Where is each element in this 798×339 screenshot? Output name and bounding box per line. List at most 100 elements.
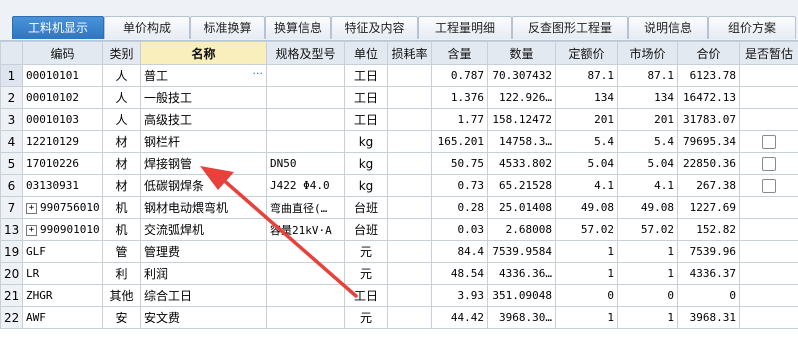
type-cell[interactable]: 人: [102, 108, 141, 131]
row-number[interactable]: 1: [0, 64, 23, 87]
tentative-checkbox[interactable]: [762, 134, 776, 149]
spec-cell[interactable]: [266, 284, 345, 307]
total-cell[interactable]: 22850.36: [677, 152, 740, 175]
type-cell[interactable]: 材: [102, 130, 141, 153]
unit-cell[interactable]: 元: [344, 240, 388, 263]
unit-cell[interactable]: 工日: [344, 108, 388, 131]
qty-cell[interactable]: 165.201: [431, 130, 488, 153]
spec-cell[interactable]: DN50: [266, 152, 345, 175]
loss-cell[interactable]: [387, 130, 432, 153]
row-number[interactable]: 5: [0, 152, 23, 175]
code-cell[interactable]: +990901010: [22, 218, 103, 241]
amount-cell[interactable]: 4336.36…: [487, 262, 556, 285]
code-cell[interactable]: +990756010: [22, 196, 103, 219]
table-row[interactable]: 7 +990756010 机钢材电动煨弯机 弯曲直径(… 台班 0.28 25.01408 4…: [0, 196, 798, 219]
spec-cell[interactable]: J422 Φ4.0: [266, 174, 345, 197]
tentative-cell[interactable]: [739, 240, 798, 263]
total-cell[interactable]: 4336.37: [677, 262, 740, 285]
tab-5[interactable]: 特征及内容: [331, 16, 418, 39]
type-cell[interactable]: 安: [102, 306, 141, 329]
total-cell[interactable]: 31783.07: [677, 108, 740, 131]
spec-cell[interactable]: [266, 64, 345, 87]
table-row[interactable]: 6 03130931 材低碳钢焊条 J422 Φ4.0 kg 0.73 65.21528 4.…: [0, 174, 798, 197]
qty-cell[interactable]: 0.28: [431, 196, 488, 219]
name-cell[interactable]: 钢栏杆: [140, 130, 267, 153]
amount-cell[interactable]: 2.68008: [487, 218, 556, 241]
market-price-cell[interactable]: 49.08: [617, 196, 678, 219]
table-row[interactable]: 21 ZHGR 其他 综合工日 工日 3.93 351.09048 0 0 0: [0, 284, 798, 307]
tentative-checkbox[interactable]: [762, 156, 776, 171]
total-cell[interactable]: 152.82: [677, 218, 740, 241]
row-number[interactable]: 7: [0, 196, 23, 219]
name-cell[interactable]: 低碳钢焊条: [140, 174, 267, 197]
tentative-cell[interactable]: [739, 130, 798, 153]
market-price-cell[interactable]: 1: [617, 306, 678, 329]
tentative-cell[interactable]: [739, 196, 798, 219]
table-row[interactable]: 2 00010102 人一般技工 工日 1.376 122.926… 134 134 16472…: [0, 86, 798, 109]
unit-cell[interactable]: kg: [344, 152, 388, 175]
tentative-cell[interactable]: [739, 152, 798, 175]
loss-cell[interactable]: [387, 86, 432, 109]
type-cell[interactable]: 材: [102, 152, 141, 175]
qty-cell[interactable]: 0.03: [431, 218, 488, 241]
tentative-cell[interactable]: [739, 108, 798, 131]
qty-cell[interactable]: 1.77: [431, 108, 488, 131]
loss-cell[interactable]: [387, 284, 432, 307]
qty-cell[interactable]: 3.93: [431, 284, 488, 307]
table-row[interactable]: 20 LR 利利润元 48.54 4336.36… 1 1 4336.37: [0, 262, 798, 285]
unit-cell[interactable]: 元: [344, 306, 388, 329]
name-cell[interactable]: 综合工日: [140, 284, 267, 307]
column-header-2[interactable]: 类别: [102, 41, 141, 65]
base-price-cell[interactable]: 201: [555, 108, 618, 131]
qty-cell[interactable]: 50.75: [431, 152, 488, 175]
tab-7[interactable]: 反查图形工程量: [512, 16, 628, 39]
code-cell[interactable]: GLF: [22, 240, 103, 263]
unit-cell[interactable]: 台班: [344, 196, 388, 219]
type-cell[interactable]: 利: [102, 262, 141, 285]
column-header-11[interactable]: 合价: [677, 41, 740, 65]
base-price-cell[interactable]: 5.04: [555, 152, 618, 175]
total-cell[interactable]: 3968.31: [677, 306, 740, 329]
loss-cell[interactable]: [387, 196, 432, 219]
name-cell[interactable]: 利润: [140, 262, 267, 285]
spec-cell[interactable]: [266, 86, 345, 109]
unit-cell[interactable]: 工日: [344, 64, 388, 87]
base-price-cell[interactable]: 4.1: [555, 174, 618, 197]
spec-cell[interactable]: [266, 306, 345, 329]
row-number[interactable]: 6: [0, 174, 23, 197]
table-row[interactable]: 1 00010101 人普工 ··· 工日 0.787 70.307432 87.1 87.1 6…: [0, 64, 798, 87]
unit-cell[interactable]: 工日: [344, 86, 388, 109]
name-cell[interactable]: 管理费: [140, 240, 267, 263]
amount-cell[interactable]: 14758.3…: [487, 130, 556, 153]
code-cell[interactable]: 03130931: [22, 174, 103, 197]
spec-cell[interactable]: [266, 262, 345, 285]
unit-cell[interactable]: 工日: [344, 284, 388, 307]
market-price-cell[interactable]: 5.04: [617, 152, 678, 175]
row-number[interactable]: 22: [0, 306, 23, 329]
base-price-cell[interactable]: 57.02: [555, 218, 618, 241]
code-cell[interactable]: 00010101: [22, 64, 103, 87]
unit-cell[interactable]: kg: [344, 174, 388, 197]
ellipsis-button[interactable]: ···: [253, 67, 264, 80]
table-row[interactable]: 3 00010103 人高级技工 工日 1.77 158.12472 201 201 31783…: [0, 108, 798, 131]
market-price-cell[interactable]: 57.02: [617, 218, 678, 241]
loss-cell[interactable]: [387, 108, 432, 131]
qty-cell[interactable]: 0.73: [431, 174, 488, 197]
market-price-cell[interactable]: 1: [617, 262, 678, 285]
row-number[interactable]: 21: [0, 284, 23, 307]
code-cell[interactable]: LR: [22, 262, 103, 285]
amount-cell[interactable]: 351.09048: [487, 284, 556, 307]
loss-cell[interactable]: [387, 64, 432, 87]
column-header-1[interactable]: 编码: [22, 41, 103, 65]
total-cell[interactable]: 7539.96: [677, 240, 740, 263]
code-cell[interactable]: AWF: [22, 306, 103, 329]
name-cell[interactable]: 普工 ···: [140, 64, 267, 87]
tab-8[interactable]: 说明信息: [628, 16, 708, 39]
market-price-cell[interactable]: 201: [617, 108, 678, 131]
base-price-cell[interactable]: 87.1: [555, 64, 618, 87]
amount-cell[interactable]: 158.12472: [487, 108, 556, 131]
code-cell[interactable]: 12210129: [22, 130, 103, 153]
amount-cell[interactable]: 3968.30…: [487, 306, 556, 329]
table-row[interactable]: 13 +990901010 机交流弧焊机 容量21kV·A 台班 0.03 2.68008 5…: [0, 218, 798, 241]
row-number[interactable]: 13: [0, 218, 23, 241]
